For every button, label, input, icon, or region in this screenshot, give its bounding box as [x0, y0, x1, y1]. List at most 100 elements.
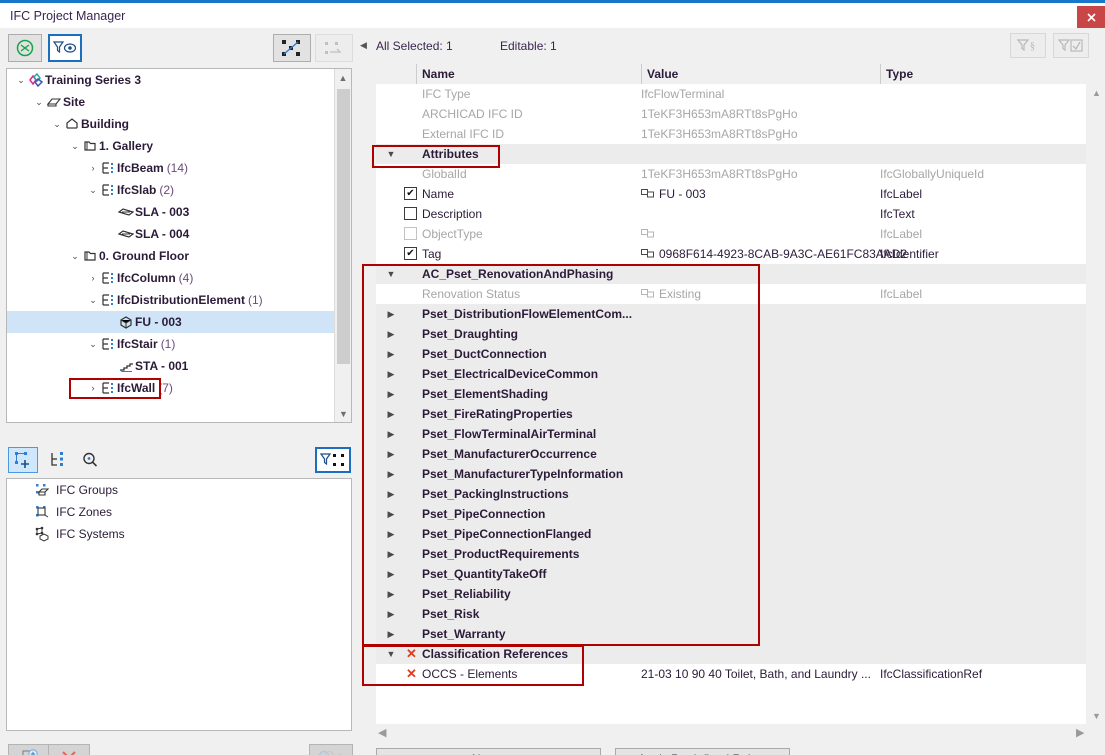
- group-twisty-down-icon[interactable]: ▼: [384, 264, 398, 284]
- model-tree[interactable]: ⌄ Training Series 3 ⌄ Site ⌄ Building ⌄ 1. Gall…: [7, 69, 335, 422]
- property-row-pset-productrequirements[interactable]: ▶ Pset_ProductRequirements: [376, 544, 1086, 564]
- tree-item-ifccolumn[interactable]: › IfcColumn (4): [7, 267, 335, 289]
- splitter-collapse-icon[interactable]: ◀: [360, 40, 367, 51]
- new-group-button[interactable]: [8, 447, 38, 473]
- tree-scroll-up-arrow[interactable]: ▲: [335, 69, 351, 86]
- close-button[interactable]: [1077, 6, 1105, 28]
- property-row-ifc-type[interactable]: IFC Type IfcFlowTerminal: [376, 84, 1086, 104]
- more-options-button[interactable]: [309, 744, 353, 755]
- property-row-pset-packinginstructions[interactable]: ▶ Pset_PackingInstructions: [376, 484, 1086, 504]
- tree-item-ifcbeam[interactable]: › IfcBeam (14): [7, 157, 335, 179]
- tree-vertical-scrollbar[interactable]: ▲ ▼: [334, 69, 351, 422]
- tree-twisty-down-icon[interactable]: ⌄: [33, 97, 45, 108]
- properties-scroll-down-arrow[interactable]: ▼: [1088, 707, 1105, 724]
- tree-twisty-right-icon[interactable]: ›: [87, 273, 99, 283]
- filter-paragraph-button[interactable]: §: [1010, 33, 1046, 58]
- property-row-pset-quantitytakeoff[interactable]: ▶ Pset_QuantityTakeOff: [376, 564, 1086, 584]
- property-row-pset-ductconnection[interactable]: ▶ Pset_DuctConnection: [376, 344, 1086, 364]
- property-row-occs-elements[interactable]: ✕ OCCS - Elements 21-03 10 90 40 Toilet, B…: [376, 664, 1086, 684]
- property-value[interactable]: 21-03 10 90 40 Toilet, Bath, and Laundry…: [641, 664, 871, 684]
- properties-scroll-up-arrow[interactable]: ▲: [1088, 84, 1105, 101]
- tree-twisty-down-icon[interactable]: ⌄: [69, 141, 81, 152]
- tree-twisty-down-icon[interactable]: ⌄: [15, 75, 27, 86]
- new-button[interactable]: New...: [376, 748, 601, 755]
- tree-item-0-ground-floor[interactable]: ⌄ 0. Ground Floor: [7, 245, 335, 267]
- tree-twisty-down-icon[interactable]: ⌄: [87, 339, 99, 350]
- tree-twisty-down-icon[interactable]: ⌄: [69, 251, 81, 262]
- tree-twisty-right-icon[interactable]: ›: [87, 383, 99, 393]
- property-row-description[interactable]: Description IfcText: [376, 204, 1086, 224]
- group-twisty-right-icon[interactable]: ▶: [384, 584, 398, 604]
- property-row-attributes[interactable]: ▼ Attributes: [376, 144, 1086, 164]
- property-row-archicad-ifc-id[interactable]: ARCHICAD IFC ID 1TeKF3H653mA8RTt8sPgHo: [376, 104, 1086, 124]
- group-twisty-right-icon[interactable]: ▶: [384, 424, 398, 444]
- group-twisty-right-icon[interactable]: ▶: [384, 544, 398, 564]
- apply-predefined-rule-button[interactable]: Apply Predefined Rule...: [615, 748, 790, 755]
- tree-twisty-down-icon[interactable]: ⌄: [87, 185, 99, 196]
- property-row-pset-pipeconnectionflanged[interactable]: ▶ Pset_PipeConnectionFlanged: [376, 524, 1086, 544]
- filter-visibility-button[interactable]: [48, 34, 82, 62]
- property-checkbox[interactable]: [404, 227, 417, 240]
- property-value[interactable]: FU - 003: [659, 184, 706, 204]
- tree-item-fu-003[interactable]: FU - 003: [7, 311, 335, 333]
- tree-item-sla-003[interactable]: SLA - 003: [7, 201, 335, 223]
- property-value[interactable]: Existing: [659, 284, 701, 304]
- property-row-pset-distributionflowelementcom[interactable]: ▶ Pset_DistributionFlowElementCom...: [376, 304, 1086, 324]
- group-twisty-right-icon[interactable]: ▶: [384, 324, 398, 344]
- property-row-ac-pset-renovationandphasing[interactable]: ▼ AC_Pset_RenovationAndPhasing: [376, 264, 1086, 284]
- tree-twisty-right-icon[interactable]: ›: [87, 163, 99, 173]
- filter-groups-button[interactable]: [315, 447, 351, 473]
- property-row-pset-flowterminalairterminal[interactable]: ▶ Pset_FlowTerminalAirTerminal: [376, 424, 1086, 444]
- property-row-tag[interactable]: ✔ Tag 0968F614-4923-8CAB-9A3C-AE61FC83AAD2…: [376, 244, 1086, 264]
- tree-scroll-down-arrow[interactable]: ▼: [335, 405, 352, 422]
- tree-item-ifcslab[interactable]: ⌄ IfcSlab (2): [7, 179, 335, 201]
- tree-outline-button[interactable]: [44, 447, 72, 473]
- group-twisty-right-icon[interactable]: ▶: [384, 604, 398, 624]
- group-twisty-right-icon[interactable]: ▶: [384, 444, 398, 464]
- tree-item-building[interactable]: ⌄ Building: [7, 113, 335, 135]
- tree-item-1-gallery[interactable]: ⌄ 1. Gallery: [7, 135, 335, 157]
- column-header-type[interactable]: Type: [880, 64, 1086, 84]
- group-twisty-right-icon[interactable]: ▶: [384, 484, 398, 504]
- property-value[interactable]: 0968F614-4923-8CAB-9A3C-AE61FC83AAD2: [659, 244, 907, 264]
- property-row-pset-elementshading[interactable]: ▶ Pset_ElementShading: [376, 384, 1086, 404]
- property-row-pset-warranty[interactable]: ▶ Pset_Warranty: [376, 624, 1086, 644]
- property-row-pset-draughting[interactable]: ▶ Pset_Draughting: [376, 324, 1086, 344]
- property-row-pset-pipeconnection[interactable]: ▶ Pset_PipeConnection: [376, 504, 1086, 524]
- property-checkbox[interactable]: ✔: [404, 187, 417, 200]
- group-twisty-right-icon[interactable]: ▶: [384, 384, 398, 404]
- group-twisty-right-icon[interactable]: ▶: [384, 524, 398, 544]
- tree-item-sta-001[interactable]: STA - 001: [7, 355, 335, 377]
- group-twisty-right-icon[interactable]: ▶: [384, 344, 398, 364]
- property-row-renovation-status[interactable]: Renovation Status Existing IfcLabel: [376, 284, 1086, 304]
- column-header-name[interactable]: Name: [416, 64, 641, 84]
- tree-twisty-down-icon[interactable]: ⌄: [51, 119, 63, 130]
- property-row-pset-manufactureroccurrence[interactable]: ▶ Pset_ManufacturerOccurrence: [376, 444, 1086, 464]
- property-row-pset-manufacturertypeinformation[interactable]: ▶ Pset_ManufacturerTypeInformation: [376, 464, 1086, 484]
- filter-checked-button[interactable]: [1053, 33, 1089, 58]
- panel-splitter[interactable]: ◀: [358, 28, 370, 755]
- group-twisty-down-icon[interactable]: ▼: [384, 644, 398, 664]
- properties-horizontal-scroll[interactable]: ◀ ▶: [376, 726, 1086, 742]
- property-row-objecttype[interactable]: ObjectType IfcLabel: [376, 224, 1086, 244]
- property-checkbox[interactable]: [404, 207, 417, 220]
- group-twisty-right-icon[interactable]: ▶: [384, 564, 398, 584]
- column-header-value[interactable]: Value: [641, 64, 880, 84]
- group-twisty-right-icon[interactable]: ▶: [384, 624, 398, 644]
- properties-grid[interactable]: IFC Type IfcFlowTerminal ARCHICAD IFC ID 1T…: [376, 84, 1086, 724]
- collection-item-ifc-zones[interactable]: IFC Zones: [7, 501, 351, 523]
- collection-item-ifc-groups[interactable]: IFC Groups: [7, 479, 351, 501]
- scroll-right-arrow[interactable]: ▶: [1076, 726, 1084, 739]
- property-row-name[interactable]: ✔ Name FU - 003 IfcLabel: [376, 184, 1086, 204]
- property-value[interactable]: 1TeKF3H653mA8RTt8sPgHo: [641, 164, 798, 184]
- property-row-pset-risk[interactable]: ▶ Pset_Risk: [376, 604, 1086, 624]
- ifc-collections-list[interactable]: IFC Groups IFC Zones IFC Systems: [7, 479, 351, 545]
- properties-vertical-scrollbar[interactable]: ▲ ▼: [1088, 84, 1105, 724]
- tree-twisty-down-icon[interactable]: ⌄: [87, 295, 99, 306]
- group-twisty-right-icon[interactable]: ▶: [384, 304, 398, 324]
- tree-item-ifcwall[interactable]: › IfcWall (7): [7, 377, 335, 399]
- group-twisty-right-icon[interactable]: ▶: [384, 504, 398, 524]
- tree-item-ifcdistributionelement[interactable]: ⌄ IfcDistributionElement (1): [7, 289, 335, 311]
- property-row-pset-fireratingproperties[interactable]: ▶ Pset_FireRatingProperties: [376, 404, 1086, 424]
- refresh-button[interactable]: [8, 34, 42, 62]
